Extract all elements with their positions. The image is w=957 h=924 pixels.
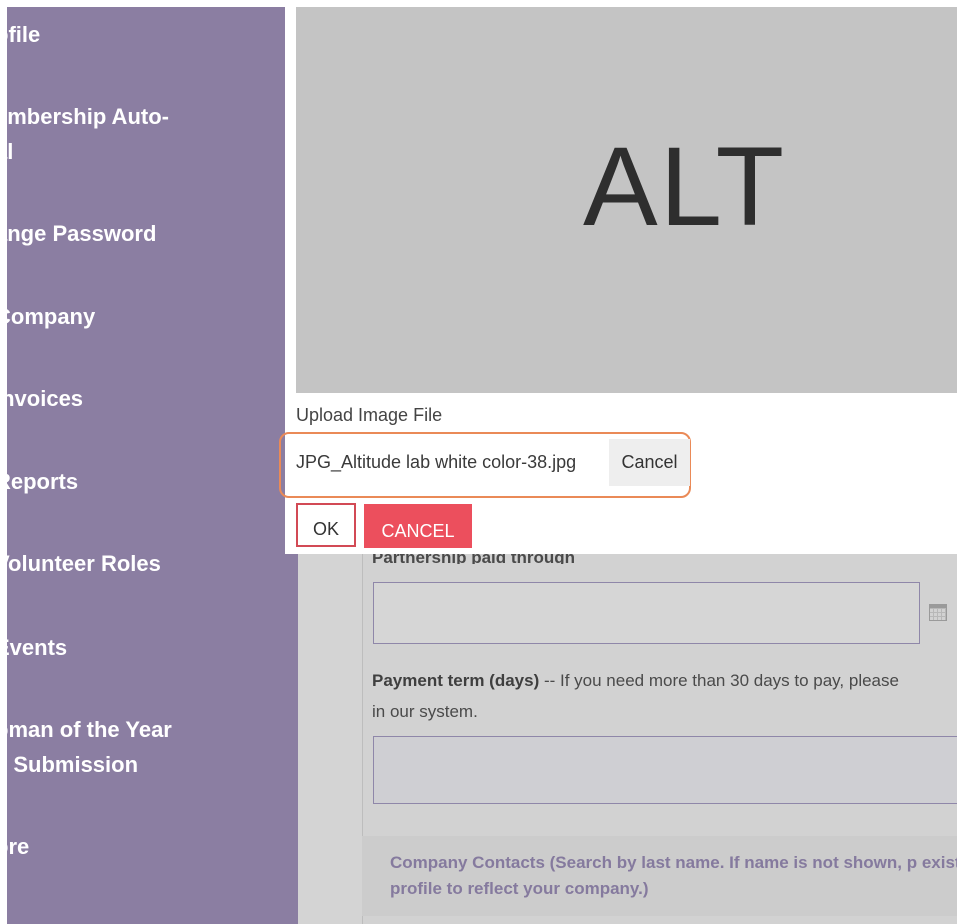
sidebar-item-my-volunteer-roles[interactable]: Volunteer Roles	[7, 546, 295, 581]
partnership-date-input[interactable]	[373, 582, 920, 644]
upload-image-label: Upload Image File	[296, 405, 443, 425]
sidebar-item-my-events[interactable]: Events	[7, 630, 295, 665]
sidebar-item-woman-of-the-year[interactable]: oman of the Year s Submission	[7, 712, 295, 782]
sidebar-nav: ofile embership Auto- al ange Password C…	[7, 7, 298, 924]
payment-term-title: Payment term (days)	[372, 671, 540, 690]
cancel-button[interactable]: CANCEL	[364, 504, 472, 548]
file-cancel-button[interactable]: Cancel	[609, 439, 690, 486]
payment-term-input[interactable]	[373, 736, 957, 804]
payment-term-hint-line2: in our system.	[372, 702, 478, 721]
payment-term-label: Payment term (days) -- If you need more …	[372, 671, 899, 691]
preview-logo-text: ALT	[583, 124, 787, 249]
sidebar-item-store[interactable]: ore	[7, 829, 295, 864]
company-contacts-label: Company Contacts (Search by last name. I…	[390, 853, 957, 898]
sidebar-item-my-reports[interactable]: Reports	[7, 464, 295, 499]
sidebar-item-profile[interactable]: ofile	[7, 17, 295, 52]
ok-button[interactable]: OK	[296, 503, 356, 547]
calendar-icon[interactable]	[929, 604, 947, 621]
sidebar-item-change-password[interactable]: ange Password	[7, 216, 295, 251]
selected-file-name: JPG_Altitude lab white color-38.jpg	[296, 452, 577, 472]
sidebar-item-membership-auto-renewal[interactable]: embership Auto- al	[7, 99, 295, 169]
sidebar-item-my-invoices[interactable]: Invoices	[7, 381, 295, 416]
sidebar-item-my-company[interactable]: Company	[7, 299, 295, 334]
payment-term-hint: -- If you need more than 30 days to pay,…	[539, 671, 899, 690]
